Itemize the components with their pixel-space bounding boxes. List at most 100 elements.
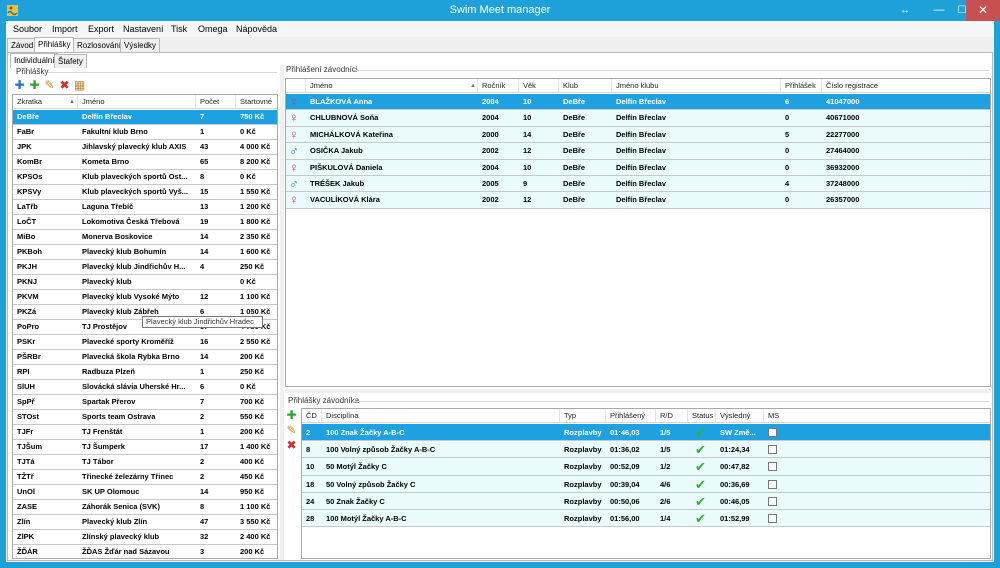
- swimmer-row[interactable]: ♀ MICHÁLKOVÁ Kateřina 2000 14 DeBře Delfín Bř…: [286, 126, 990, 144]
- entry-row[interactable]: 18 50 Volný způsob Žačky C Rozplavby 00:39,…: [302, 475, 990, 493]
- club-row[interactable]: TŽTř Třinecké železárny Třinec 2 450 Kč: [13, 470, 277, 485]
- menu-nastaveni[interactable]: Nastavení: [123, 24, 164, 34]
- club-row[interactable]: TJFr TJ Frenštát 1 200 Kč: [13, 425, 277, 440]
- col-cd[interactable]: ČD: [302, 409, 322, 423]
- col-jmeno[interactable]: Jméno: [78, 95, 196, 109]
- col-cislo-registrace[interactable]: Číslo registrace: [822, 79, 990, 93]
- delete-icon[interactable]: ✖: [59, 79, 70, 91]
- swimmer-row[interactable]: ♀ VACULÍKOVÁ Klára 2002 12 DeBře Delfín Břecl…: [286, 192, 990, 209]
- menu-export[interactable]: Export: [88, 24, 114, 34]
- col-rd[interactable]: R/D: [656, 409, 688, 423]
- club-name: Sports team Ostrava: [82, 412, 156, 421]
- subtab-stafety[interactable]: Štafety: [54, 54, 87, 68]
- delete-entry-icon[interactable]: ✖: [286, 439, 297, 451]
- col-startovne[interactable]: Startovné: [236, 95, 277, 109]
- club-row[interactable]: PKJH Plavecký klub Jindřichův H... 4 250 Kč: [13, 260, 277, 275]
- club-row[interactable]: TJTá TJ Tábor 2 400 Kč: [13, 455, 277, 470]
- horizontal-splitter[interactable]: [285, 389, 991, 393]
- club-row[interactable]: PŠRBr Plavecká škola Rybka Brno 14 200 Kč: [13, 350, 277, 365]
- club-row[interactable]: RPI Radbuza Plzeň 1 250 Kč: [13, 365, 277, 380]
- club-row[interactable]: ZASE Záhorák Senica (SVK) 8 1 100 Kč: [13, 500, 277, 515]
- entry-row[interactable]: 8 100 Volný způsob Žačky A-B-C Rozplavby 01…: [302, 441, 990, 459]
- resize-icon[interactable]: ↔: [894, 0, 916, 21]
- entry-row[interactable]: 28 100 Motýl Žačky A-B-C Rozplavby 01:56,00…: [302, 510, 990, 528]
- tab-zavod[interactable]: Závod: [7, 38, 38, 52]
- vertical-splitter[interactable]: [280, 65, 284, 560]
- col-jmeno-klubu[interactable]: Jméno klubu: [612, 79, 781, 93]
- ms-checkbox[interactable]: [768, 496, 777, 506]
- club-row[interactable]: PKNJ Plavecký klub 0 Kč: [13, 275, 277, 290]
- subtab-individualni[interactable]: Individuální: [10, 53, 59, 68]
- col-typ[interactable]: Typ: [560, 409, 606, 423]
- club-name: Plavecký klub Zlín: [82, 517, 148, 526]
- edit-entry-icon[interactable]: ✎: [286, 424, 297, 436]
- tab-rozlosovani[interactable]: Rozlosování: [73, 38, 126, 52]
- col-prihlasek[interactable]: Přihlášek: [781, 79, 822, 93]
- club-name: Záhorák Senica (SVK): [82, 502, 160, 511]
- menu-tisk[interactable]: Tisk: [171, 24, 187, 34]
- tab-vysledky[interactable]: Výsledky: [120, 38, 161, 52]
- age: 12: [523, 146, 532, 156]
- swimmer-row[interactable]: ♀ BLAŽKOVÁ Anna 2004 10 DeBře Delfín Břeclav 6…: [286, 94, 990, 111]
- club-row[interactable]: Zlín Plavecký klub Zlín 47 3 550 Kč: [13, 515, 277, 530]
- club-row[interactable]: KomBr Kometa Brno 65 8 200 Kč: [13, 155, 277, 170]
- swimmer-row[interactable]: ♀ PIŠKULOVÁ Daniela 2004 10 DeBře Delfín Břec…: [286, 159, 990, 176]
- title-bar[interactable]: Swim Meet manager ↔ — ☐ ✕: [0, 0, 1000, 21]
- tab-prihlasky[interactable]: Přihlášky: [34, 37, 75, 52]
- club-row[interactable]: MiBo Monerva Boskovice 14 2 350 Kč: [13, 230, 277, 245]
- add-entry-icon[interactable]: ✚: [286, 409, 297, 421]
- club-row[interactable]: DeBře Delfín Břeclav 7 750 Kč: [13, 110, 277, 125]
- ms-checkbox[interactable]: [768, 479, 777, 489]
- club-fee: 550 Kč: [240, 412, 265, 421]
- ms-checkbox[interactable]: [768, 462, 777, 472]
- club-row[interactable]: PKBoh Plavecký klub Bohumín 14 1 600 Kč: [13, 245, 277, 260]
- close-button[interactable]: ✕: [966, 0, 1000, 21]
- menu-napoveda[interactable]: Nápověda: [236, 24, 277, 34]
- menu-soubor[interactable]: Soubor: [13, 24, 42, 34]
- menu-omega[interactable]: Omega: [198, 24, 228, 34]
- club-row[interactable]: PKVM Plavecký klub Vysoké Mýto 12 1 100 Kč: [13, 290, 277, 305]
- col-rocnik[interactable]: Ročník: [478, 79, 519, 93]
- add-club-icon[interactable]: ✚: [14, 79, 25, 91]
- col-disciplina[interactable]: Disciplína: [322, 409, 560, 423]
- col-ms[interactable]: MS: [764, 409, 990, 423]
- col-status[interactable]: Status: [688, 409, 716, 423]
- col-pocet[interactable]: Počet: [196, 95, 236, 109]
- club-row[interactable]: LaTřb Laguna Třebíč 13 1 200 Kč: [13, 200, 277, 215]
- col-prihlaseny[interactable]: Přihlášený: [606, 409, 656, 423]
- col-swimmer-name[interactable]: Jméno: [306, 79, 478, 93]
- entry-row[interactable]: 2 100 Znak Žačky A-B-C Rozplavby 01:46,03 1/…: [302, 424, 990, 442]
- club-row[interactable]: KPSVy Klub plaveckých sportů Vyš... 15 1 55…: [13, 185, 277, 200]
- club-name: Klub plaveckých sportů Vyš...: [82, 187, 189, 196]
- status-ok-icon: ✔: [695, 442, 706, 458]
- club-row[interactable]: STOst Sports team Ostrava 2 550 Kč: [13, 410, 277, 425]
- club-row[interactable]: UnOl SK UP Olomouc 14 950 Kč: [13, 485, 277, 500]
- swimmer-row[interactable]: ♂ OSIČKA Jakub 2002 12 DeBře Delfín Břeclav 0 2…: [286, 143, 990, 160]
- col-vek[interactable]: Věk: [519, 79, 559, 93]
- club-row[interactable]: FaBr Fakultní klub Brno 1 0 Kč: [13, 125, 277, 140]
- club-row[interactable]: JPK Jihlavský plavecký klub AXIS 43 4 000 K…: [13, 140, 277, 155]
- club-row[interactable]: LoČT Lokomotiva Česká Třebová 19 1 800 Kč: [13, 215, 277, 230]
- ms-checkbox[interactable]: [768, 514, 777, 523]
- edit-icon[interactable]: ✎: [44, 79, 55, 91]
- ms-checkbox[interactable]: [768, 428, 777, 437]
- club-row[interactable]: ZlPK Zlínský plavecký klub 32 2 400 Kč: [13, 530, 277, 545]
- club-row[interactable]: SlUH Slovácká slávia Uherské Hr... 6 0 Kč: [13, 380, 277, 395]
- swimmer-row[interactable]: ♂ TRÉŠEK Jakub 2005 9 DeBře Delfín Břeclav 4 37…: [286, 176, 990, 193]
- menu-import[interactable]: Import: [52, 24, 78, 34]
- club-row[interactable]: SpPř Spartak Přerov 7 700 Kč: [13, 395, 277, 410]
- col-vysledny[interactable]: Výsledný: [716, 409, 764, 423]
- col-klub[interactable]: Klub: [559, 79, 612, 93]
- club-row[interactable]: ŽĎÁR ŽĎAS Žďár nad Sázavou 3 200 Kč: [13, 545, 277, 558]
- entry-row[interactable]: 24 50 Znak Žačky C Rozplavby 00:50,06 2/6 00:…: [302, 492, 990, 510]
- print-icon[interactable]: ▦: [74, 79, 85, 91]
- club-fee: 200 Kč: [240, 547, 265, 556]
- ms-checkbox[interactable]: [768, 445, 777, 455]
- entry-row[interactable]: 10 50 Motýl Žačky C Rozplavby 00:52,09 1/2 00…: [302, 458, 990, 476]
- swimmer-row[interactable]: ♀ CHLUBNOVÁ Soňa 2004 10 DeBře Delfín Břeclav…: [286, 110, 990, 127]
- club-row[interactable]: PSKr Plavecké sporty Kroměříž 16 2 550 Kč: [13, 335, 277, 350]
- minimize-button[interactable]: —: [926, 0, 952, 21]
- add-entry-icon[interactable]: ✚: [29, 79, 40, 91]
- club-row[interactable]: KPSOs Klub plaveckých sportů Ost... 8 0 Kč: [13, 170, 277, 185]
- club-row[interactable]: TJŠum TJ Šumperk 17 1 400 Kč: [13, 440, 277, 455]
